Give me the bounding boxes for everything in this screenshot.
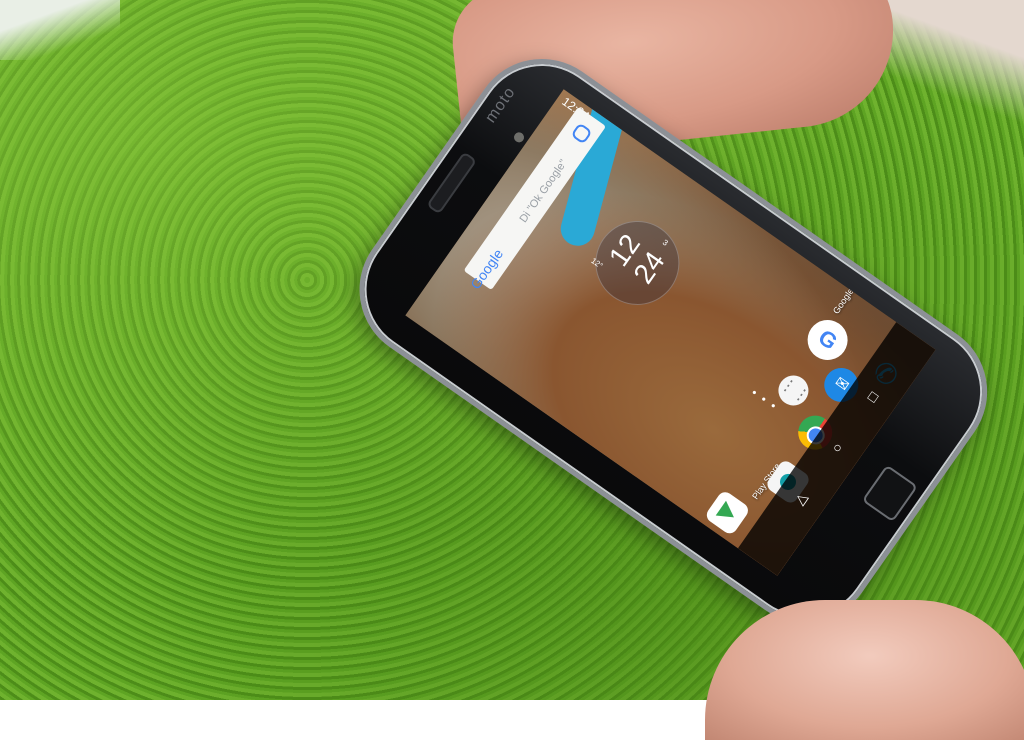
front-camera xyxy=(512,130,526,145)
earpiece xyxy=(426,151,478,215)
temperature-label: 12° xyxy=(589,256,605,271)
app-drawer-icon[interactable]: ⋮⋮ xyxy=(772,369,815,412)
fingerprint-button[interactable] xyxy=(861,464,919,523)
page-dots: • • • xyxy=(748,385,781,414)
back-icon[interactable]: ◁ xyxy=(789,486,815,511)
path-edge xyxy=(884,0,1024,140)
status-bar: 12:24 xyxy=(557,93,592,123)
play-store-icon[interactable] xyxy=(703,489,752,537)
google-logo: Google xyxy=(467,245,507,293)
pavement-edge xyxy=(0,0,120,60)
google-app-icon[interactable]: G xyxy=(799,312,856,368)
recent-apps-icon[interactable]: □ xyxy=(861,384,887,409)
home-icon[interactable]: ○ xyxy=(825,435,851,460)
google-app-label: Google xyxy=(830,286,856,316)
phone-brand-logo: moto xyxy=(482,83,519,126)
weather-badge: 3 xyxy=(660,237,670,248)
